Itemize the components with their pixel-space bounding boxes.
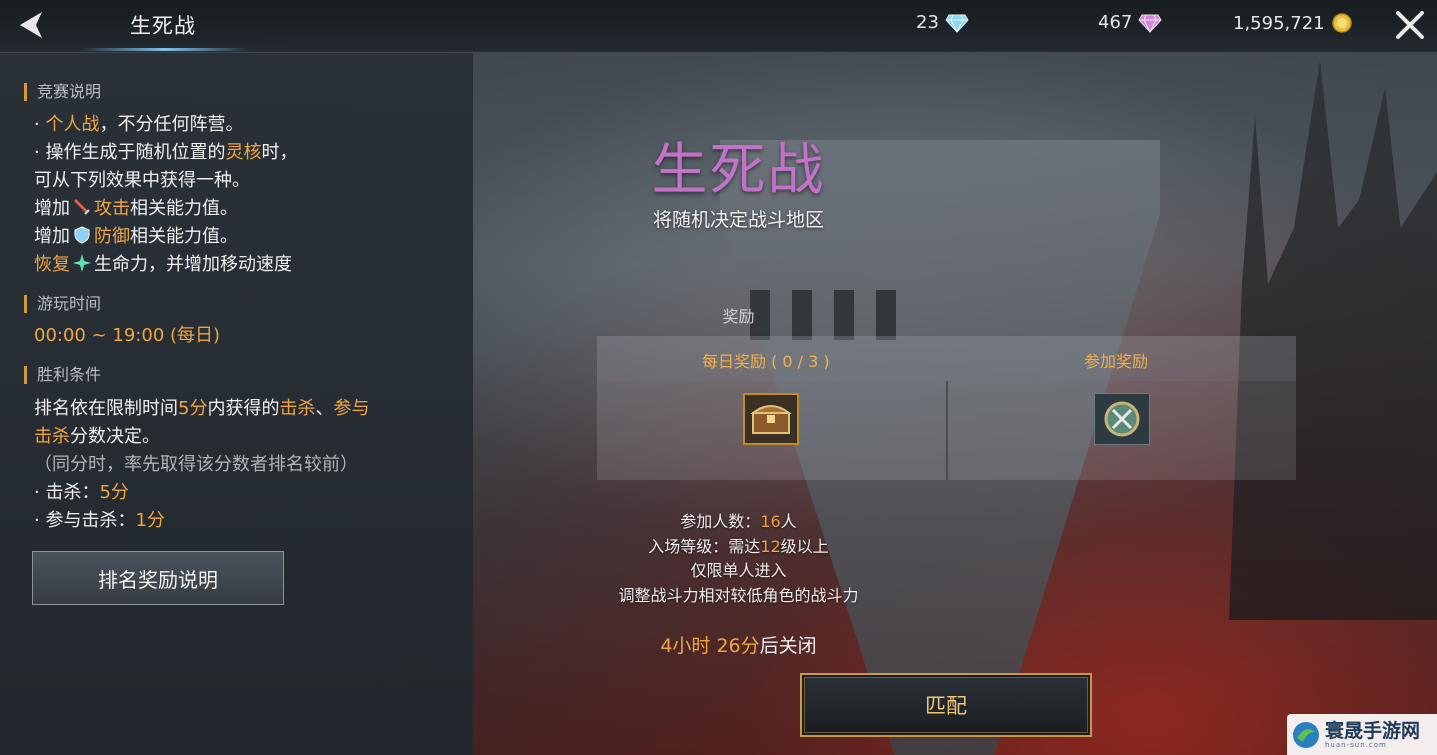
reward-box: 每日奖励 ( 0 / 3 ) 参加奖励 xyxy=(597,336,1296,480)
mode-subtitle: 将随机决定战斗地区 xyxy=(652,209,824,231)
closing-countdown: 4小时 26分后关闭 xyxy=(660,635,817,657)
win-note: （同分时，率先取得该分数者排名较前） xyxy=(34,454,358,475)
level-info: 入场等级：需达12级以上 xyxy=(648,537,829,556)
daily-reward-label: 每日奖励 ( 0 / 3 ) xyxy=(702,352,830,371)
participants-info: 参加人数：16人 xyxy=(680,512,797,531)
close-icon xyxy=(1396,11,1424,39)
win-line-2: 击杀分数决定。 xyxy=(34,426,160,447)
watermark: 寰晟手游网 huan-sun.com xyxy=(1287,714,1437,755)
win-line-1: 排名依在限制时间5分内获得的击杀、参与 xyxy=(34,398,370,419)
reward-label: 奖励 xyxy=(722,307,755,326)
watermark-text: 寰晟手游网 xyxy=(1325,719,1421,742)
title-underline xyxy=(80,48,250,51)
diamond-count: 23 xyxy=(916,12,939,33)
intro-heading: 竞赛说明 xyxy=(24,83,101,101)
currency-gem[interactable]: 467 xyxy=(1098,12,1162,33)
back-arrow-icon xyxy=(20,12,42,38)
daily-reward-chest[interactable] xyxy=(743,393,799,445)
watermark-sub: huan-sun.com xyxy=(1325,740,1387,749)
match-button[interactable]: 匹配 xyxy=(800,673,1092,737)
join-reward-medal[interactable] xyxy=(1094,393,1150,445)
site-logo-icon xyxy=(1293,721,1319,748)
mode-title: 生死战 xyxy=(651,138,826,203)
kill-score: · 击杀：5分 xyxy=(34,482,129,503)
sparkle-icon xyxy=(73,254,91,272)
diamond-icon xyxy=(945,14,969,33)
close-button[interactable] xyxy=(1393,8,1427,42)
top-bar: 生死战 23 467 1,595,721 xyxy=(0,0,1437,52)
currency-diamond[interactable]: 23 xyxy=(916,12,969,33)
watermark-text-block: 寰晟手游网 huan-sun.com xyxy=(1325,721,1420,749)
join-reward-label: 参加奖励 xyxy=(1084,352,1149,371)
currency-gold[interactable]: 1,595,721 xyxy=(1233,12,1353,34)
effect-recover: 恢复 生命力，并增加移动速度 xyxy=(34,254,292,275)
power-adjust-info: 调整战斗力相对较低角色的战斗力 xyxy=(618,586,859,605)
gem-icon xyxy=(1138,14,1162,33)
back-button[interactable] xyxy=(12,8,52,42)
win-heading: 胜利条件 xyxy=(24,366,101,384)
reward-divider xyxy=(946,381,948,480)
gem-count: 467 xyxy=(1098,12,1133,33)
treasure-chest-icon xyxy=(750,405,792,434)
gold-coin-icon xyxy=(1331,13,1352,33)
page-title: 生死战 xyxy=(130,14,196,38)
crossed-swords-medal-icon xyxy=(1104,401,1140,437)
gold-count: 1,595,721 xyxy=(1233,12,1325,34)
solo-info: 仅限单人进入 xyxy=(690,561,787,580)
